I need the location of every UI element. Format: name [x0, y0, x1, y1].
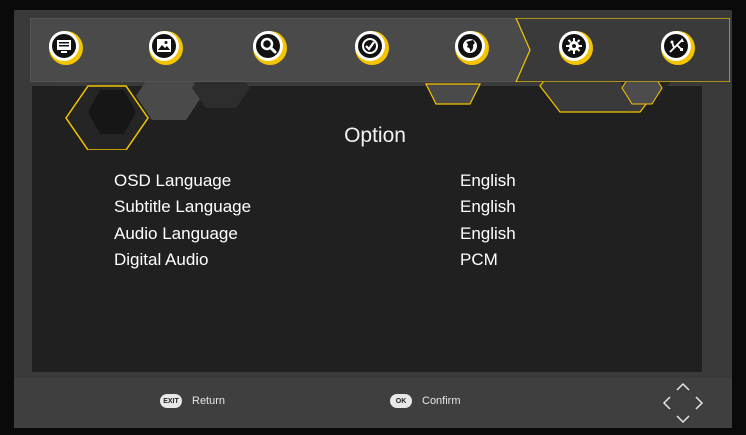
navigation-arrows-icon: [662, 382, 704, 424]
return-label: Return: [192, 395, 226, 407]
option-label: OSD Language: [114, 171, 232, 190]
option-value: PCM: [460, 250, 498, 269]
option-row-digital-audio[interactable]: Digital Audio PCM: [114, 250, 594, 272]
option-value: English: [460, 224, 516, 243]
option-label: Digital Audio: [114, 250, 209, 269]
return-hint[interactable]: EXIT Return: [160, 394, 225, 408]
option-label: Subtitle Language: [114, 197, 252, 216]
globe-icon[interactable]: [452, 28, 492, 68]
screen-icon[interactable]: [46, 28, 86, 68]
option-value: English: [460, 171, 516, 190]
usb-icon[interactable]: [658, 28, 698, 68]
clock-icon[interactable]: [352, 28, 392, 68]
option-value: English: [460, 197, 516, 216]
gear-icon[interactable]: [556, 28, 596, 68]
search-icon[interactable]: [250, 28, 290, 68]
option-label: Audio Language: [114, 224, 238, 243]
page-title: Option: [344, 124, 406, 147]
ok-key-icon: OK: [390, 394, 412, 408]
confirm-label: Confirm: [422, 395, 461, 407]
confirm-hint[interactable]: OK Confirm: [390, 394, 461, 408]
option-row-subtitle-language[interactable]: Subtitle Language English: [114, 197, 594, 219]
option-row-audio-language[interactable]: Audio Language English: [114, 224, 594, 246]
image-icon[interactable]: [146, 28, 186, 68]
footer-bar: EXIT Return OK Confirm: [14, 378, 732, 428]
option-row-osd-language[interactable]: OSD Language English: [114, 171, 594, 193]
exit-key-icon: EXIT: [160, 394, 182, 408]
